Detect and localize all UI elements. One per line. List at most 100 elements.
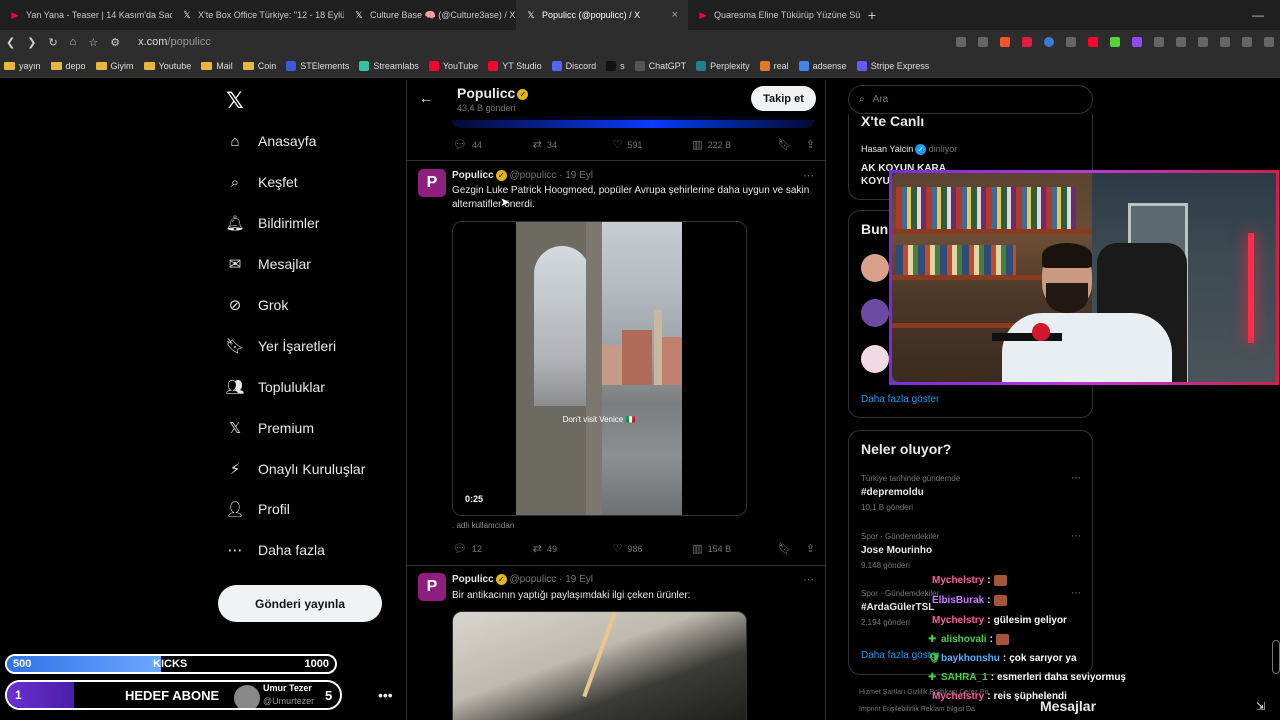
- trend-more-icon[interactable]: ⋯: [1071, 531, 1081, 542]
- trend-title[interactable]: #ArdaGülerTSL: [861, 602, 934, 613]
- brave-shield-icon[interactable]: [1000, 37, 1010, 47]
- cast-icon[interactable]: [956, 37, 966, 47]
- nav-item-profil[interactable]: 👤︎ Profil: [225, 500, 289, 518]
- minimize-window-button[interactable]: —: [1252, 8, 1264, 22]
- post-more-icon[interactable]: ⋯: [803, 573, 814, 586]
- bookmark-item[interactable]: Streamlabs: [359, 60, 419, 71]
- new-tab-button[interactable]: +: [860, 7, 884, 23]
- bookmark-item[interactable]: real: [759, 60, 789, 71]
- x-logo-icon[interactable]: 𝕏: [226, 88, 244, 114]
- source-note[interactable]: . adlı kullanıcıdan: [452, 521, 514, 530]
- views-button[interactable]: ▥ 154 B: [692, 542, 778, 555]
- nav-item-anasayfa[interactable]: ⌂ Anasayfa: [226, 132, 316, 150]
- nav-item-daha-fazla[interactable]: ⋯ Daha fazla: [226, 541, 325, 559]
- bookmark-item[interactable]: adsense: [798, 60, 847, 71]
- nav-item-onaylı-kuruluşlar[interactable]: ⚡ Onaylı Kuruluşlar: [226, 460, 366, 478]
- avatar[interactable]: [861, 299, 889, 327]
- bookmark-item[interactable]: Giyim: [95, 61, 134, 71]
- share-icon[interactable]: [978, 37, 988, 47]
- views-button[interactable]: ▥ 222 B: [692, 138, 778, 151]
- reload-icon[interactable]: ↻: [48, 36, 57, 49]
- trend-more-icon[interactable]: ⋯: [1071, 473, 1081, 484]
- site-info-icon[interactable]: ⚙: [110, 36, 120, 49]
- brave-rewards-icon[interactable]: [1022, 37, 1032, 47]
- wallet-icon[interactable]: [1242, 37, 1252, 47]
- share-icon[interactable]: ⇪: [806, 138, 815, 151]
- nav-item-bildirimler[interactable]: 🔔︎ Bildirimler: [225, 214, 319, 232]
- extension-blue-icon[interactable]: [1044, 37, 1054, 47]
- bookmark-page-icon[interactable]: ☆: [88, 36, 98, 49]
- reply-button[interactable]: 💬︎ 12: [453, 542, 533, 555]
- menu-icon[interactable]: [1264, 37, 1274, 47]
- sidebar-icon[interactable]: [1220, 37, 1230, 47]
- url-field[interactable]: x.com/populicc: [138, 36, 211, 48]
- bookmark-item[interactable]: YT Studio: [488, 60, 542, 71]
- bookmark-icon[interactable]: 🔖︎: [778, 542, 792, 555]
- nav-item-topluluklar[interactable]: 👥︎ Topluluklar: [225, 378, 324, 396]
- post-image[interactable]: [452, 611, 747, 720]
- extension-red-icon[interactable]: [1088, 37, 1098, 47]
- bookmark-item[interactable]: YouTube: [428, 60, 478, 71]
- search-input[interactable]: ⌕ Ara: [848, 85, 1093, 114]
- post-author-name[interactable]: Populicc: [452, 170, 494, 181]
- nav-item-grok[interactable]: ⊘ Grok: [226, 296, 289, 314]
- bookmark-item[interactable]: Stripe Express: [856, 60, 929, 71]
- post-avatar[interactable]: P: [418, 169, 446, 197]
- extension-icon[interactable]: [1176, 37, 1186, 47]
- expand-messages-icon[interactable]: ⇲: [1256, 700, 1265, 713]
- trend-title[interactable]: #depremoldu: [861, 487, 924, 498]
- post-avatar[interactable]: P: [418, 573, 446, 601]
- bookmark-item[interactable]: Perplexity: [696, 60, 750, 71]
- avatar[interactable]: [861, 345, 889, 373]
- bookmark-item[interactable]: depo: [50, 61, 86, 71]
- trend-more-icon[interactable]: ⋯: [1071, 588, 1081, 599]
- share-icon[interactable]: ⇪: [806, 542, 815, 555]
- extension-green-icon[interactable]: [1110, 37, 1120, 47]
- like-button[interactable]: ♡ 986: [613, 542, 693, 555]
- bookmark-item[interactable]: STElements: [286, 60, 349, 71]
- browser-tab[interactable]: ▶ Yan Yana - Teaser | 14 Kasım'da Sade: [0, 0, 172, 30]
- follow-button[interactable]: Takip et: [751, 86, 816, 111]
- bookmark-item[interactable]: ChatGPT: [634, 60, 686, 71]
- post-video[interactable]: Don't visit Venice 🇮🇹 0:25: [452, 221, 747, 516]
- post-button[interactable]: Gönderi yayınla: [218, 585, 382, 622]
- nav-item-premium[interactable]: 𝕏 Premium: [226, 419, 314, 437]
- back-icon[interactable]: ❮: [6, 36, 15, 49]
- more-options-icon[interactable]: •••: [378, 687, 393, 703]
- browser-tab[interactable]: ▶ Quaresma Eline Tükürüp Yüzüne Sür: [688, 0, 860, 30]
- back-arrow-icon[interactable]: ←: [419, 90, 433, 106]
- avatar[interactable]: [861, 254, 889, 282]
- show-more-link[interactable]: Daha fazla göster: [861, 394, 939, 405]
- browser-tab[interactable]: 𝕏 X'te Box Office Türkiye: "12 - 18 Eylü…: [172, 0, 344, 30]
- post-handle-date[interactable]: @populicc · 19 Eyl: [509, 170, 593, 181]
- bookmark-item[interactable]: Coin: [242, 61, 276, 71]
- nav-item-mesajlar[interactable]: ✉ Mesajlar: [226, 255, 311, 273]
- extensions-puzzle-icon[interactable]: [1154, 37, 1164, 47]
- bookmark-item[interactable]: Mail: [201, 61, 233, 71]
- post-handle-date[interactable]: @populicc · 19 Eyl: [509, 574, 593, 585]
- post-more-icon[interactable]: ⋯: [803, 169, 814, 182]
- footer-links[interactable]: Imprint Erişilebilirlik Reklam bilgisi D…: [859, 706, 975, 713]
- forward-icon[interactable]: ❯: [27, 36, 36, 49]
- extension-purple-icon[interactable]: [1132, 37, 1142, 47]
- reply-button[interactable]: 💬︎ 44: [453, 138, 533, 151]
- music-icon[interactable]: [1198, 37, 1208, 47]
- scroll-handle[interactable]: [1272, 640, 1280, 674]
- repost-button[interactable]: ⇄ 49: [533, 542, 613, 555]
- post-author-name[interactable]: Populicc: [452, 574, 494, 585]
- home-icon[interactable]: ⌂: [70, 36, 77, 48]
- nav-item-keşfet[interactable]: ⌕ Keşfet: [226, 173, 298, 191]
- nav-item-yer-i̇şaretleri[interactable]: 🔖︎ Yer İşaretleri: [225, 337, 336, 355]
- bookmark-item[interactable]: yayın: [4, 61, 41, 71]
- bookmark-item[interactable]: Youtube: [143, 61, 191, 71]
- bookmark-item[interactable]: Discord: [551, 60, 596, 71]
- extension-icon[interactable]: [1066, 37, 1076, 47]
- live-user[interactable]: Hasan Yalcin ✓ dinliyor: [861, 144, 957, 156]
- browser-tab[interactable]: 𝕏 Culture Base 🧠 (@Culture3ase) / X: [344, 0, 516, 30]
- trend-title[interactable]: Jose Mourinho: [861, 545, 932, 556]
- close-tab-icon[interactable]: ×: [672, 9, 678, 21]
- repost-button[interactable]: ⇄ 34: [533, 138, 613, 151]
- bookmark-item[interactable]: s: [606, 60, 625, 71]
- browser-tab-active[interactable]: 𝕏 Populicc (@populicc) / X ×: [516, 0, 688, 30]
- messages-drawer-title[interactable]: Mesajlar: [1040, 698, 1096, 714]
